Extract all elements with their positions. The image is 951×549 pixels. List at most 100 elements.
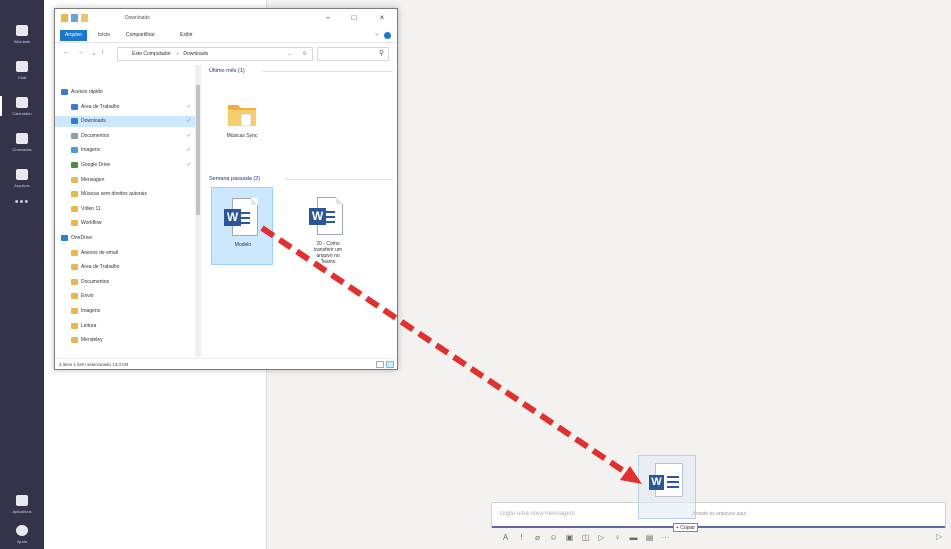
chevron-down-icon[interactable]: ⌄ [288,48,292,60]
more-apps-button[interactable]: ••• [0,196,44,208]
folder-icon [71,205,78,212]
tab-home[interactable]: Início [93,30,115,41]
tab-share[interactable]: Compartilhar [121,30,160,41]
file-tile-folder[interactable]: Músicas Sync [211,79,273,157]
emoji-icon[interactable]: ☺ [549,533,558,542]
nav-item[interactable]: Google Drive ✓ [55,160,195,171]
new-folder-icon[interactable] [81,14,88,22]
rail-files[interactable]: Arquivos [0,160,44,196]
explorer-titlebar[interactable]: Downloads – □ × [55,9,397,28]
calendar-icon [16,96,28,108]
file-tile-word[interactable]: W 20 - Como transferir um arquivo no Tea… [297,187,359,265]
nav-item[interactable]: Documentos [55,277,195,288]
scroll-thumb[interactable] [196,85,200,215]
tab-file[interactable]: Arquivo [60,30,87,41]
nav-item[interactable]: Imagens [55,306,195,317]
breadcrumb[interactable]: Downloads [183,51,208,57]
back-icon[interactable]: ← [63,49,70,56]
up-icon[interactable]: ↑ [101,49,105,56]
folder-icon [71,308,78,314]
group-header[interactable]: Semana passada (2) [209,176,260,182]
format-icon[interactable]: A [501,533,510,542]
gdrive-icon [71,162,78,168]
folder-icon [71,322,78,329]
properties-icon[interactable] [71,14,78,22]
nav-item[interactable]: Imagens ✓ [55,145,195,156]
attach-icon[interactable]: ⌀ [533,533,542,542]
nav-item[interactable]: Workflow [55,218,195,229]
close-icon[interactable]: × [371,12,393,24]
forward-icon[interactable]: → [77,49,84,56]
message-compose-box[interactable]: Arraste os arquivos aqui [491,502,946,528]
down-icon [71,118,78,125]
search-input[interactable]: ⚲ [317,47,389,61]
nav-item[interactable]: Documentos ✓ [55,131,195,142]
more-options-icon[interactable]: ··· [661,533,670,542]
nav-item[interactable]: Acesso rápido [55,87,195,98]
tab-view[interactable]: Exibir [175,30,198,41]
nav-item[interactable]: Mensagen [55,175,195,186]
send-icon[interactable]: ▷ [936,532,942,541]
navigation-pane: Acesso rápido Área de Trabalho ✓ Downloads ✓… [55,65,201,357]
nav-item-label: Anexos de email [81,249,118,256]
rail-label: Calendário [12,110,32,116]
files-icon [16,168,28,180]
rail-calendar[interactable]: Calendário [0,88,44,124]
nav-item[interactable]: Envio [55,291,195,302]
nav-item[interactable]: Vídeo 11 [55,204,195,215]
gif-icon[interactable]: ▣ [565,533,574,542]
rail-help[interactable]: Ajuda [0,516,44,549]
drag-copy-tooltip: + Copiar [673,523,699,532]
nav-item[interactable]: Leitura [55,321,195,332]
teams-app-bar: Atividade Chat Calendário Chamadas Arqui… [0,0,44,549]
rail-label: Arquivos [14,182,30,188]
group-header[interactable]: Último mês (1) [209,68,245,74]
folder-icon [61,14,68,22]
apps-icon [16,494,28,506]
window-title: Downloads [125,15,150,21]
chevron-down-icon[interactable]: ⌄ [91,49,97,57]
nav-item-label: Documentos [81,132,110,139]
nav-item[interactable]: Área de Trabalho [55,262,195,273]
help-icon[interactable] [384,32,391,39]
rail-calls[interactable]: Chamadas [0,124,44,160]
meet-icon[interactable]: ▷ [597,533,606,542]
group-divider [285,179,393,180]
nav-item[interactable]: OneDrive [55,233,195,244]
nav-item[interactable]: Área de Trabalho ✓ [55,102,195,113]
ribbon-tabs: Arquivo Início Compartilhar Exibir ⌄ [55,28,397,43]
nav-item-label: Envio [81,293,94,300]
minimize-icon[interactable]: – [317,12,339,24]
details-view-icon[interactable] [376,361,384,368]
praise-icon[interactable]: ♀ [613,533,622,542]
cloud-icon [61,235,68,241]
maximize-icon[interactable]: □ [343,12,365,24]
nav-item[interactable]: Músicas sem direitos autorais [55,189,195,200]
address-bar[interactable]: Este Computador › Downloads ⌄ ↻ [117,47,313,61]
rail-chat[interactable]: Chat [0,52,44,88]
drop-hint: Arraste os arquivos aqui [692,511,746,517]
nav-item[interactable]: Downloads ✓ [55,116,195,128]
sticker-icon[interactable]: ◫ [581,533,590,542]
folder-icon [71,264,78,271]
stream-icon[interactable]: ▬ [629,533,638,542]
chevron-down-icon[interactable]: ⌄ [374,30,379,37]
file-name: 20 - Como transferir um arquivo no Teams [313,241,343,265]
nav-scrollbar[interactable] [195,65,201,357]
rail-label: Atividade [13,38,31,44]
nav-item[interactable]: Mendeley [55,335,195,346]
breadcrumb[interactable]: Este Computador [132,51,171,57]
search-icon: ⚲ [378,50,384,57]
large-icons-view-icon[interactable] [386,361,394,368]
word-document-icon: W [224,198,258,236]
forms-icon[interactable]: ▤ [645,533,654,542]
file-tile-word[interactable]: W Modelo [211,187,273,265]
rail-label: Chat [17,74,27,80]
priority-icon[interactable]: ! [517,533,526,542]
refresh-icon[interactable]: ↻ [303,48,307,60]
nav-item-label: Downloads [81,118,106,125]
nav-item-label: OneDrive [71,235,93,241]
nav-item[interactable]: Anexos de email [55,248,195,259]
file-explorer-window[interactable]: Downloads – □ × Arquivo Início Compartil… [54,8,398,370]
rail-activity[interactable]: Atividade [0,16,44,52]
